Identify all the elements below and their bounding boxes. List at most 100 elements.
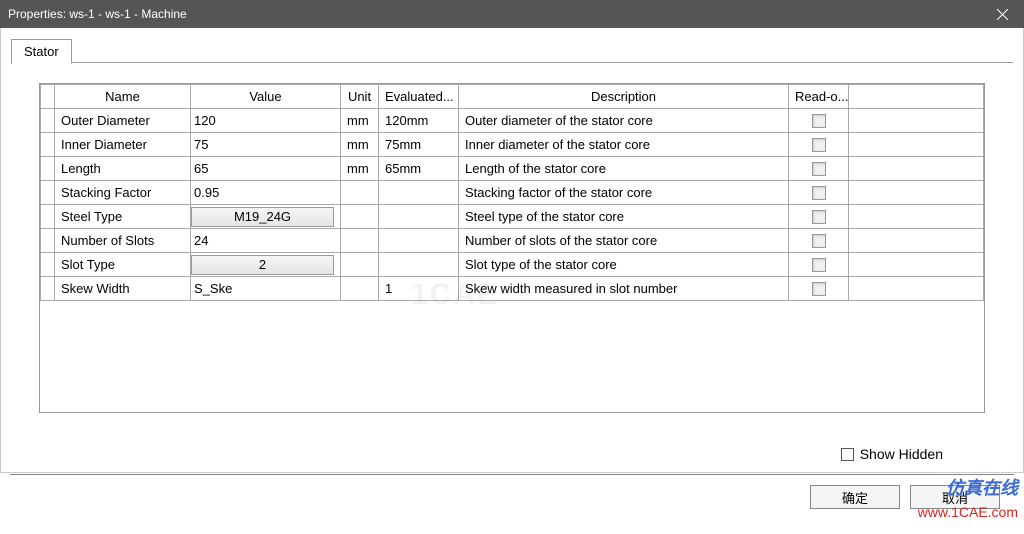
window-title: Properties: ws-1 - ws-1 - Machine — [8, 7, 187, 21]
cell-value[interactable]: 65 — [191, 157, 341, 181]
cell-evaluated: 120mm — [379, 109, 459, 133]
cell-name[interactable]: Inner Diameter — [55, 133, 191, 157]
header-corner — [41, 85, 55, 109]
readonly-checkbox[interactable] — [812, 138, 826, 152]
cell-description: Outer diameter of the stator core — [459, 109, 789, 133]
row-header[interactable] — [41, 277, 55, 301]
cell-name[interactable]: Slot Type — [55, 253, 191, 277]
cell-value[interactable]: M19_24G — [191, 205, 341, 229]
cell-name[interactable]: Steel Type — [55, 205, 191, 229]
cell-readonly[interactable] — [789, 277, 849, 301]
cell-unit[interactable] — [341, 181, 379, 205]
dialog-body: Stator Name Value Unit Evaluated... Desc… — [0, 28, 1024, 473]
table-row: Slot Type2 Slot type of the stator core — [41, 253, 984, 277]
cell-value[interactable]: 75 — [191, 133, 341, 157]
cell-name[interactable]: Skew Width — [55, 277, 191, 301]
readonly-checkbox[interactable] — [812, 114, 826, 128]
cell-description: Number of slots of the stator core — [459, 229, 789, 253]
table-row: Length65mm65mmLength of the stator core — [41, 157, 984, 181]
value-picker-button[interactable]: M19_24G — [191, 207, 334, 227]
tab-strip: Stator — [1, 28, 1023, 63]
bottom-bar: 确定 取消 — [0, 474, 1024, 534]
readonly-checkbox[interactable] — [812, 186, 826, 200]
cell-value[interactable]: S_Ske — [191, 277, 341, 301]
cell-readonly[interactable] — [789, 181, 849, 205]
cell-readonly[interactable] — [789, 229, 849, 253]
cell-spacer — [849, 277, 984, 301]
cell-evaluated: 65mm — [379, 157, 459, 181]
cell-description: Stacking factor of the stator core — [459, 181, 789, 205]
readonly-checkbox[interactable] — [812, 282, 826, 296]
cell-value[interactable]: 0.95 — [191, 181, 341, 205]
cell-evaluated — [379, 205, 459, 229]
cell-evaluated — [379, 253, 459, 277]
show-hidden-checkbox[interactable]: Show Hidden — [841, 446, 943, 462]
cell-evaluated: 75mm — [379, 133, 459, 157]
titlebar: Properties: ws-1 - ws-1 - Machine — [0, 0, 1024, 28]
row-header[interactable] — [41, 229, 55, 253]
ok-button[interactable]: 确定 — [810, 485, 900, 509]
cell-evaluated — [379, 181, 459, 205]
cell-value[interactable]: 24 — [191, 229, 341, 253]
cell-readonly[interactable] — [789, 157, 849, 181]
header-unit[interactable]: Unit — [341, 85, 379, 109]
cell-name[interactable]: Stacking Factor — [55, 181, 191, 205]
cell-evaluated — [379, 229, 459, 253]
cell-description: Length of the stator core — [459, 157, 789, 181]
cell-unit[interactable]: mm — [341, 109, 379, 133]
cell-unit[interactable] — [341, 277, 379, 301]
table-row: Inner Diameter75mm75mmInner diameter of … — [41, 133, 984, 157]
readonly-checkbox[interactable] — [812, 234, 826, 248]
cell-name[interactable]: Outer Diameter — [55, 109, 191, 133]
cell-unit[interactable] — [341, 253, 379, 277]
cell-spacer — [849, 205, 984, 229]
table-header-row: Name Value Unit Evaluated... Description… — [41, 85, 984, 109]
cell-evaluated: 1 — [379, 277, 459, 301]
header-spacer — [849, 85, 984, 109]
row-header[interactable] — [41, 205, 55, 229]
cell-spacer — [849, 181, 984, 205]
cell-value[interactable]: 120 — [191, 109, 341, 133]
properties-table-wrap: Name Value Unit Evaluated... Description… — [39, 83, 985, 413]
cell-unit[interactable] — [341, 205, 379, 229]
header-description[interactable]: Description — [459, 85, 789, 109]
cell-unit[interactable] — [341, 229, 379, 253]
cell-unit[interactable]: mm — [341, 133, 379, 157]
table-row: Skew WidthS_Ske 1Skew width measured in s… — [41, 277, 984, 301]
row-header[interactable] — [41, 181, 55, 205]
cell-readonly[interactable] — [789, 109, 849, 133]
table-row: Outer Diameter120mm120mmOuter diameter o… — [41, 109, 984, 133]
readonly-checkbox[interactable] — [812, 210, 826, 224]
row-header[interactable] — [41, 133, 55, 157]
cancel-button[interactable]: 取消 — [910, 485, 1000, 509]
tab-stator[interactable]: Stator — [11, 39, 72, 64]
row-header[interactable] — [41, 109, 55, 133]
cell-readonly[interactable] — [789, 205, 849, 229]
cell-value[interactable]: 2 — [191, 253, 341, 277]
header-readonly[interactable]: Read-o... — [789, 85, 849, 109]
readonly-checkbox[interactable] — [812, 258, 826, 272]
cell-spacer — [849, 109, 984, 133]
cell-readonly[interactable] — [789, 133, 849, 157]
table-row: Stacking Factor0.95 Stacking factor of th… — [41, 181, 984, 205]
cell-description: Slot type of the stator core — [459, 253, 789, 277]
readonly-checkbox[interactable] — [812, 162, 826, 176]
table-row: Steel TypeM19_24G Steel type of the stato… — [41, 205, 984, 229]
row-header[interactable] — [41, 157, 55, 181]
cell-description: Skew width measured in slot number — [459, 277, 789, 301]
close-button[interactable] — [980, 0, 1024, 28]
cell-spacer — [849, 157, 984, 181]
cell-spacer — [849, 133, 984, 157]
value-picker-button[interactable]: 2 — [191, 255, 334, 275]
row-header[interactable] — [41, 253, 55, 277]
cell-readonly[interactable] — [789, 253, 849, 277]
close-icon — [997, 9, 1008, 20]
cell-description: Steel type of the stator core — [459, 205, 789, 229]
cell-name[interactable]: Length — [55, 157, 191, 181]
header-evaluated[interactable]: Evaluated... — [379, 85, 459, 109]
header-name[interactable]: Name — [55, 85, 191, 109]
cell-unit[interactable]: mm — [341, 157, 379, 181]
header-value[interactable]: Value — [191, 85, 341, 109]
cell-name[interactable]: Number of Slots — [55, 229, 191, 253]
table-row: Number of Slots24 Number of slots of the … — [41, 229, 984, 253]
